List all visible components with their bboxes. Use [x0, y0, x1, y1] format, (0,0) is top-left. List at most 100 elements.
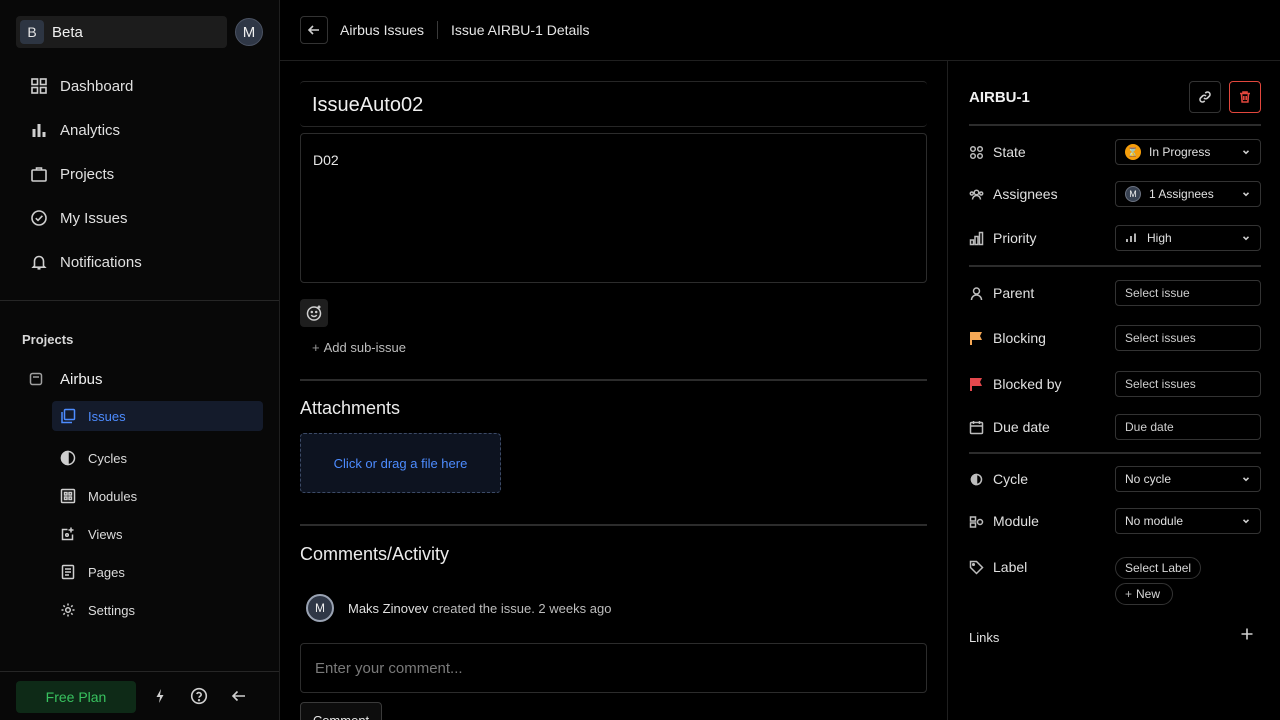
arrow-left-icon [307, 25, 319, 35]
sidebar-footer: Free Plan [0, 671, 279, 720]
gear-icon [61, 603, 75, 617]
property-label: Priority [969, 230, 1115, 246]
flag-icon [970, 331, 982, 345]
blocking-label: Blocking [993, 330, 1046, 346]
tag-icon [969, 560, 984, 575]
comment-button[interactable]: Comment [300, 702, 382, 720]
sidebar-item-pages[interactable]: Pages [52, 553, 263, 591]
nav-item-notifications[interactable]: Notifications [0, 240, 279, 284]
property-assignees: Assignees M 1 Assignees [969, 181, 1261, 207]
bell-icon [31, 255, 47, 270]
sidebar-item-modules[interactable]: Modules [52, 477, 263, 515]
sidebar-item-label: Pages [88, 564, 125, 580]
sidebar-item-label: Issues [88, 408, 126, 424]
property-module: Module No module [969, 508, 1261, 534]
module-select[interactable]: No module [1115, 508, 1261, 534]
property-label: Assignees [969, 186, 1115, 202]
nav-item-label: Notifications [60, 253, 142, 271]
new-label-text: New [1136, 587, 1161, 601]
sidebar-item-label: Cycles [88, 450, 128, 466]
main-nav: Dashboard Analytics Projects My Issues N… [0, 64, 279, 284]
layers-icon [61, 408, 76, 424]
nav-item-projects[interactable]: Projects [0, 152, 279, 196]
app-root: B Beta M Dashboard Analytics Projects My… [0, 0, 1280, 720]
property-label: Parent [969, 285, 1115, 301]
nav-item-analytics[interactable]: Analytics [0, 108, 279, 152]
module-value: No module [1125, 514, 1184, 528]
free-plan-button[interactable]: Free Plan [16, 681, 136, 713]
sidebar: B Beta M Dashboard Analytics Projects My… [0, 0, 280, 720]
priority-label: Priority [993, 230, 1037, 246]
chevron-down-icon [1242, 519, 1250, 524]
panel-divider [969, 452, 1261, 454]
property-label: Cycle [969, 471, 1115, 487]
add-sub-issue-button[interactable]: + Add sub-issue [312, 340, 406, 355]
due-date-value: Due date [1125, 420, 1174, 434]
collapse-sidebar-icon[interactable] [230, 687, 248, 705]
user-avatar[interactable]: M [235, 18, 263, 46]
property-state: State ⌛ In Progress [969, 139, 1261, 165]
parent-select[interactable]: Select issue [1115, 280, 1261, 306]
issue-id: AIRBU-1 [969, 89, 1030, 106]
reaction-button[interactable] [300, 299, 328, 327]
sidebar-item-cycles[interactable]: Cycles [52, 439, 263, 477]
property-label: Module [969, 513, 1115, 529]
nav-item-dashboard[interactable]: Dashboard [0, 64, 279, 108]
breadcrumb-separator [437, 21, 439, 39]
priority-select[interactable]: High [1115, 225, 1261, 251]
sidebar-item-settings[interactable]: Settings [52, 591, 263, 629]
parent-value: Select issue [1125, 286, 1190, 300]
delete-issue-button[interactable] [1229, 81, 1261, 113]
select-label-button[interactable]: Select Label [1115, 557, 1202, 579]
sidebar-item-views[interactable]: Views [52, 515, 263, 553]
property-priority: Priority High [969, 225, 1261, 251]
link-icon [1199, 91, 1211, 103]
nav-item-label: My Issues [60, 209, 128, 227]
nav-item-label: Projects [60, 165, 115, 183]
lightning-icon[interactable] [151, 687, 169, 705]
blocking-select[interactable]: Select issues [1115, 325, 1261, 351]
comment-input[interactable] [300, 643, 927, 693]
cycle-select[interactable]: No cycle [1115, 466, 1261, 492]
state-select[interactable]: ⌛ In Progress [1115, 139, 1261, 165]
issue-description-editor[interactable]: D02 [300, 133, 927, 283]
priority-high-icon [1126, 233, 1136, 242]
blocking-value: Select issues [1125, 331, 1196, 345]
property-blocking: Blocking Select issues [969, 325, 1261, 351]
property-label: State [969, 144, 1115, 160]
issue-title-field[interactable]: IssueAuto02 [300, 81, 927, 127]
new-label-button[interactable]: + New [1115, 583, 1173, 605]
property-label: Blocked by [969, 376, 1115, 392]
back-button[interactable] [300, 16, 328, 44]
state-value: In Progress [1149, 145, 1211, 159]
section-divider [300, 379, 927, 381]
issue-main: IssueAuto02 D02 + Add sub-issue Attachmen… [280, 61, 947, 720]
chevron-down-icon [1242, 150, 1250, 155]
copy-link-button[interactable] [1189, 81, 1221, 113]
cycle-value: No cycle [1125, 472, 1172, 486]
plus-icon: + [312, 340, 320, 355]
avatar: M [306, 594, 334, 622]
workspace-switcher[interactable]: B Beta [16, 16, 227, 48]
attachment-dropzone[interactable]: Click or drag a file here [300, 433, 501, 493]
assignees-select[interactable]: M 1 Assignees [1115, 181, 1261, 207]
property-label: Due date [969, 419, 1115, 435]
breadcrumb-project[interactable]: Airbus Issues [340, 22, 424, 38]
grid-icon [31, 78, 47, 94]
nav-item-my-issues[interactable]: My Issues [0, 196, 279, 240]
blocked-by-select[interactable]: Select issues [1115, 371, 1261, 397]
activity-item: M Maks Zinovev created the issue. 2 week… [306, 594, 611, 622]
due-date-picker[interactable]: Due date [1115, 414, 1261, 440]
project-airbus[interactable]: Airbus [28, 368, 103, 390]
breadcrumb-issue: Issue AIRBU-1 Details [451, 22, 590, 38]
add-sub-issue-label: Add sub-issue [323, 340, 406, 355]
links-heading: Links [969, 630, 1000, 645]
activity-user: Maks Zinovev [348, 600, 429, 616]
check-circle-icon [31, 210, 47, 226]
user-icon [970, 286, 983, 300]
plus-icon[interactable] [1240, 627, 1254, 641]
sidebar-item-issues[interactable]: Issues [52, 401, 263, 431]
property-cycle: Cycle No cycle [969, 466, 1261, 492]
help-icon[interactable] [190, 687, 208, 705]
module-icon [969, 515, 984, 528]
